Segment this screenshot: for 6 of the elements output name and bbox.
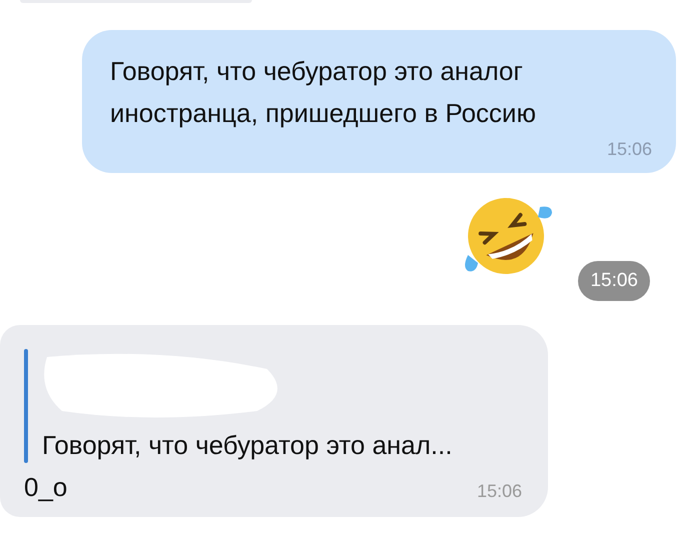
message-text: 0_о: [24, 471, 68, 504]
message-time: 15:06: [476, 480, 522, 503]
quoted-text: Говорят, что чебуратор это анал...: [42, 429, 452, 462]
message-text: Говорят, что чебуратор это аналог иностранца, пришедшего в Россию: [110, 55, 537, 130]
message-time: 15:06: [606, 138, 652, 161]
message-time: 15:06: [578, 260, 650, 301]
